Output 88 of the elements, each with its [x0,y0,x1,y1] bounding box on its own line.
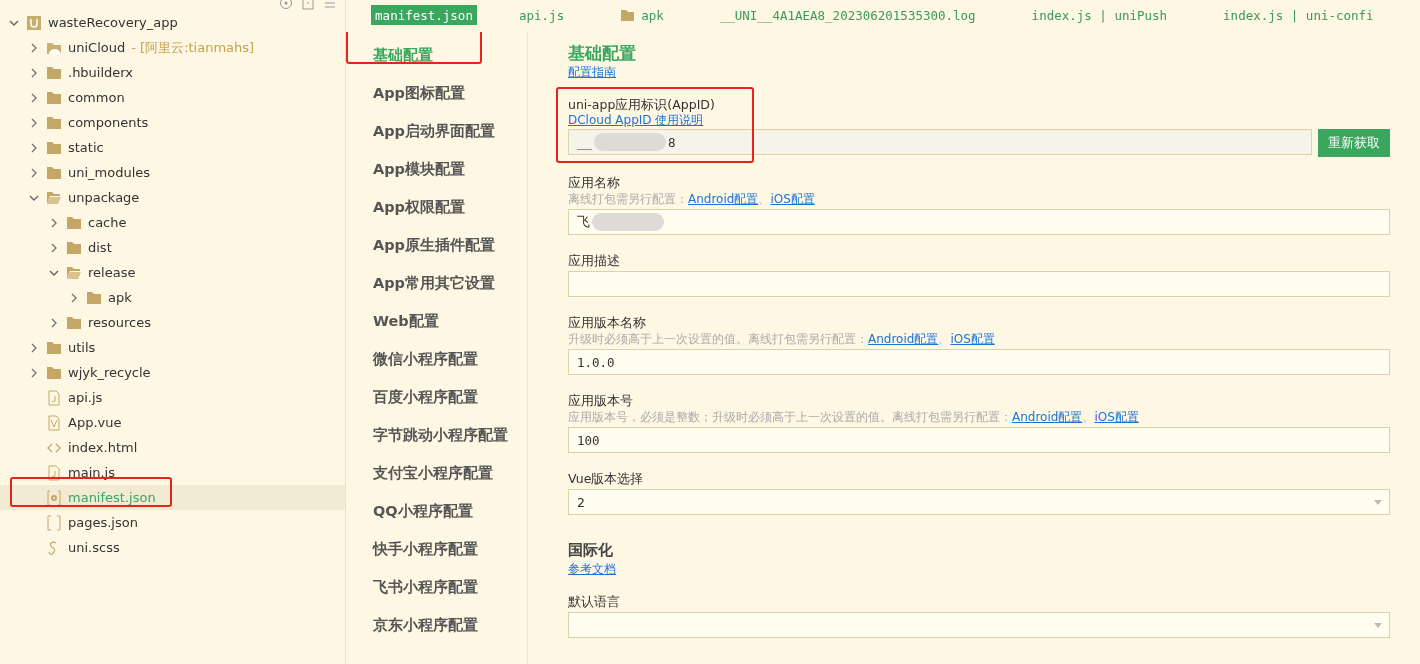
folder-icon [66,214,82,231]
nav-item[interactable]: Web配置 [346,302,445,340]
section-title: 国际化 [568,540,614,561]
tree-item[interactable]: static [0,135,345,160]
config-link[interactable]: iOS配置 [1094,410,1139,424]
config-link[interactable]: Android配置 [1012,410,1083,424]
select-field[interactable] [568,612,1390,638]
config-link[interactable]: iOS配置 [770,192,815,206]
help-link[interactable]: DCloud AppID 使用说明 [568,113,1390,127]
field-hint: 应用版本号，必须是整数；升级时必须高于上一次设置的值。离线打包需另行配置：Android配置、iOS配置 [568,409,1140,425]
brackets-icon [46,514,62,531]
tree-item[interactable]: common [0,85,345,110]
folder-icon [86,289,102,306]
nav-item[interactable]: App原生插件配置 [346,226,501,264]
folder-icon [46,114,62,131]
input-field[interactable] [568,271,1390,297]
tree-item[interactable]: uni_modules [0,160,345,185]
nav-item[interactable]: 百度小程序配置 [346,378,484,416]
gear-file-icon [46,489,62,506]
tree-item[interactable]: release [0,260,345,285]
tree-item[interactable]: main.js [0,460,345,485]
nav-item[interactable]: 飞书小程序配置 [346,568,484,606]
tree-item[interactable]: .hbuilderx [0,60,345,85]
tree-item[interactable]: resources [0,310,345,335]
nav-item[interactable]: App权限配置 [346,188,471,226]
config-link[interactable]: Android配置 [868,332,939,346]
field-hint: 离线打包需另行配置：Android配置、iOS配置 [568,191,816,207]
field-hint: 升级时必须高于上一次设置的值。离线打包需另行配置：Android配置、iOS配置 [568,331,996,347]
open-folder-icon [46,189,62,206]
tree-item[interactable]: components [0,110,345,135]
folder-icon [46,64,62,81]
folder-icon [46,339,62,356]
config-link[interactable]: iOS配置 [950,332,995,346]
field-label: 应用版本名称 [568,315,647,331]
input-field[interactable]: 100 [568,427,1390,453]
tree-item[interactable]: index.html [0,435,345,460]
field-label: 应用名称 [568,175,621,191]
nav-item[interactable]: 字节跳动小程序配置 [346,416,514,454]
appid-field[interactable]: __ 8 [568,129,1312,155]
folder-icon [46,364,62,381]
field-label: 应用版本号 [568,393,634,409]
tree-item[interactable]: cache [0,210,345,235]
select-field[interactable]: 2 [568,489,1390,515]
config-link[interactable]: Android配置 [688,192,759,206]
tree-item[interactable]: uni.scss [0,535,345,560]
input-field[interactable]: 1.0.0 [568,349,1390,375]
tree-item[interactable]: dist [0,235,345,260]
nav-item[interactable]: 快手小程序配置 [346,530,484,568]
tree-item[interactable]: wasteRecovery_app [0,10,345,35]
dropdown-caret-icon [1374,623,1382,628]
folder-icon [66,314,82,331]
vue-file-icon [46,414,62,431]
nav-item[interactable]: QQ小程序配置 [346,492,479,530]
field-label: Vue版本选择 [568,471,645,487]
tree-item[interactable]: uniCloud - [阿里云:tianmahs] [0,35,345,60]
field-label: 应用描述 [568,253,621,269]
folder-icon [46,164,62,181]
nav-item[interactable]: App图标配置 [346,74,471,112]
tree-item[interactable]: apk [0,285,345,310]
tree-item[interactable]: App.vue [0,410,345,435]
nav-item[interactable]: 微信小程序配置 [346,340,484,378]
cloud-provider-label: - [阿里云:tianmahs] [131,38,255,57]
folder-icon [620,8,636,22]
folder-icon [46,89,62,106]
tree-item[interactable]: wjyk_recycle [0,360,345,385]
tree-item[interactable]: unpackage [0,185,345,210]
nav-item[interactable]: 京东小程序配置 [346,606,484,644]
input-field[interactable]: 飞 [568,209,1390,235]
js-file-icon [46,389,62,406]
dropdown-caret-icon [1374,500,1382,505]
js-file-icon [46,464,62,481]
tree-item[interactable]: pages.json [0,510,345,535]
guide-link[interactable]: 配置指南 [568,65,616,79]
nav-item[interactable]: App启动界面配置 [346,112,501,150]
folder-icon [46,139,62,156]
field-label: uni-app应用标识(AppID) [568,97,716,113]
folder-icon [66,239,82,256]
project-icon [26,14,42,31]
open-folder-icon [66,264,82,281]
tree-item[interactable]: utils [0,335,345,360]
section-title: 基础配置 [568,42,637,64]
nav-item[interactable]: 支付宝小程序配置 [346,454,499,492]
guide-link[interactable]: 参考文档 [568,562,616,576]
nav-item[interactable]: App常用其它设置 [346,264,501,302]
nav-item[interactable]: App模块配置 [346,150,471,188]
tree-item[interactable]: api.js [0,385,345,410]
field-label: 默认语言 [568,594,621,610]
locate-icon[interactable] [279,0,293,10]
